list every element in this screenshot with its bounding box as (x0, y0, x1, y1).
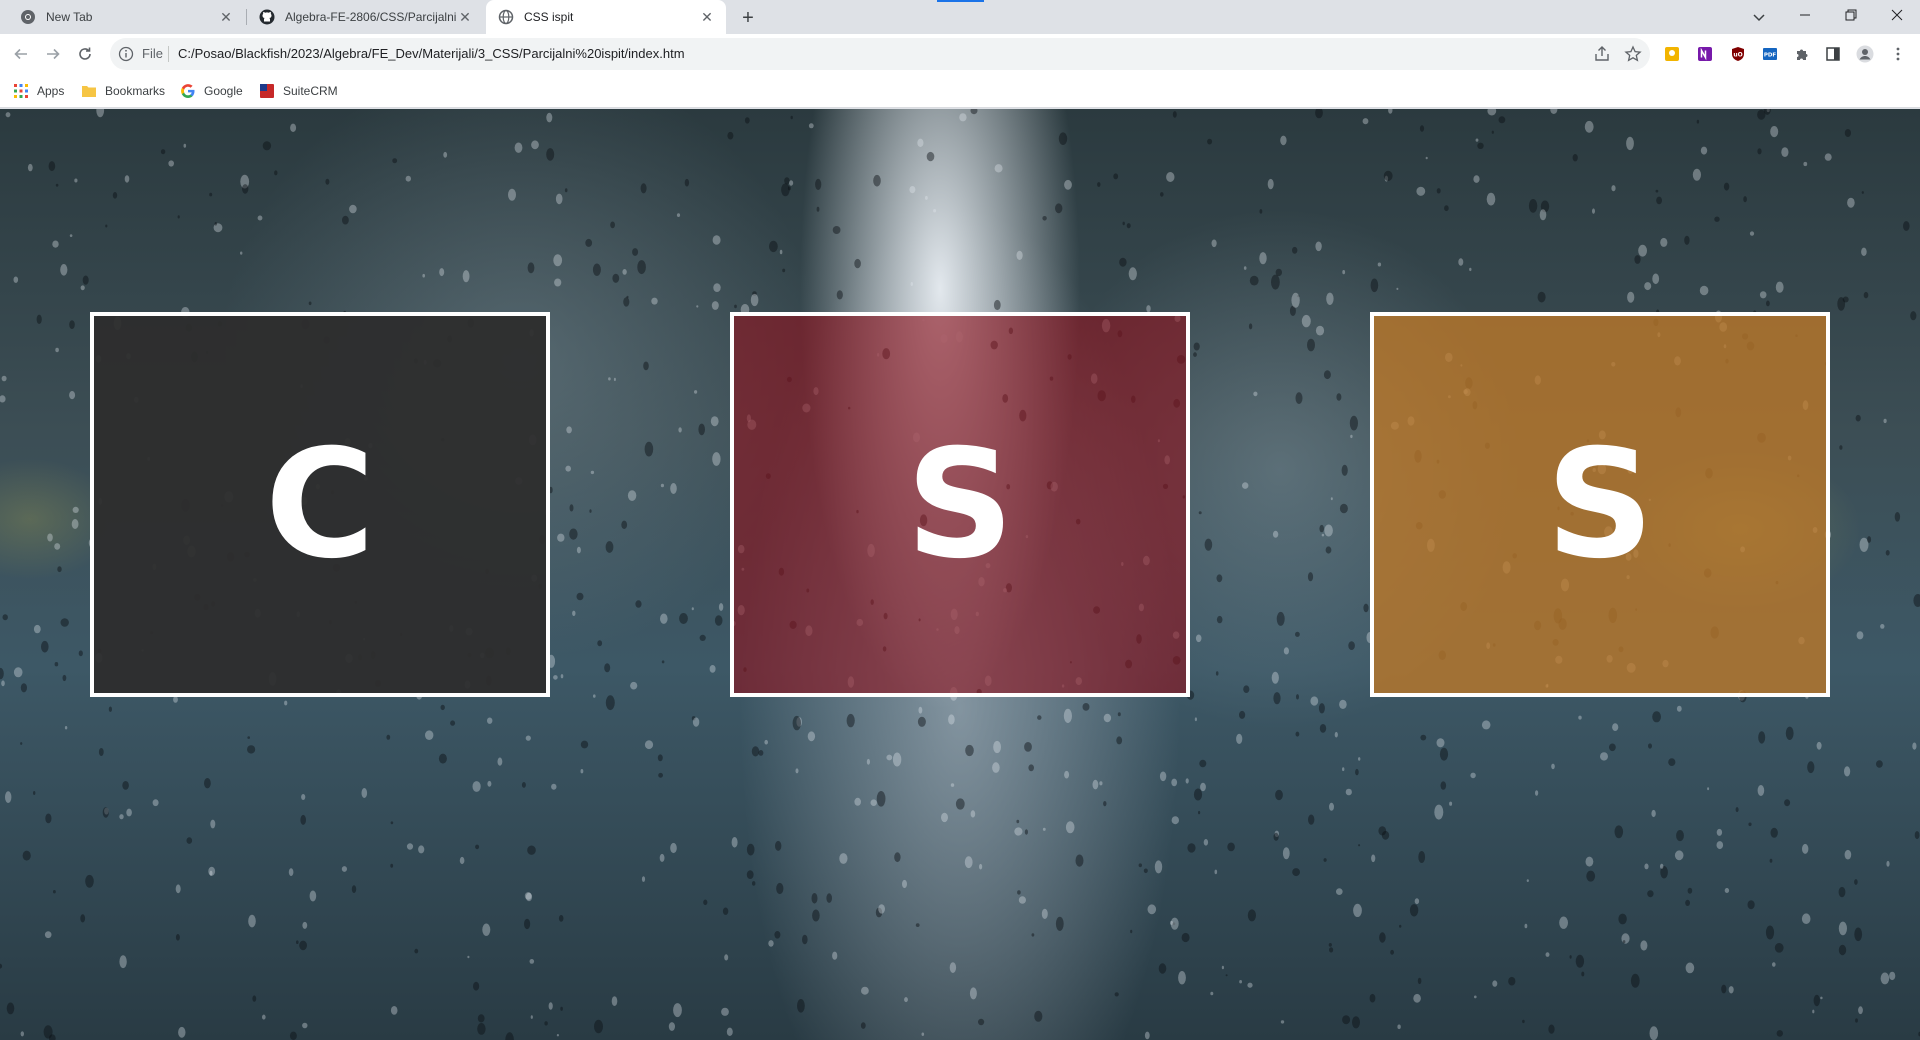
minimize-icon[interactable] (1782, 0, 1828, 30)
close-icon[interactable]: ✕ (456, 8, 474, 26)
side-panel-icon[interactable] (1823, 44, 1843, 64)
tab-github[interactable]: Algebra-FE-2806/CSS/Parcijalni ✕ (247, 0, 484, 34)
page-viewport: C S S (0, 109, 1920, 1040)
tab-title: CSS ispit (524, 10, 574, 24)
divider (168, 46, 169, 62)
folder-icon (81, 83, 97, 99)
onenote-icon[interactable] (1695, 44, 1715, 64)
bookmarks-bar: Apps Bookmarks Google SuiteCRM (0, 74, 1920, 108)
close-icon[interactable]: ✕ (217, 8, 235, 26)
chevron-down-icon[interactable] (1748, 6, 1770, 28)
pdf-icon[interactable]: PDF (1760, 44, 1780, 64)
forward-arrow-icon[interactable] (39, 40, 67, 68)
github-icon (259, 9, 275, 25)
letter-s: S (1545, 417, 1655, 592)
ublock-shield-icon[interactable]: uO (1728, 44, 1748, 64)
bookmark-apps[interactable]: Apps (13, 82, 64, 100)
tab-title: New Tab (46, 10, 93, 24)
url-text[interactable]: C:/Posao/Blackfish/2023/Algebra/FE_Dev/M… (178, 46, 685, 61)
info-icon[interactable] (118, 46, 134, 62)
chrome-icon (20, 9, 36, 25)
google-icon (180, 83, 196, 99)
scheme-label: File (142, 46, 163, 61)
back-arrow-icon[interactable] (7, 40, 35, 68)
bookmark-folder-bookmarks[interactable]: Bookmarks (81, 82, 165, 100)
bookmark-suitecrm[interactable]: SuiteCRM (259, 82, 338, 100)
tab-title: Algebra-FE-2806/CSS/Parcijalni (285, 10, 456, 24)
address-bar[interactable]: File C:/Posao/Blackfish/2023/Algebra/FE_… (110, 38, 1650, 70)
share-icon[interactable] (1593, 45, 1611, 63)
bookmark-label: Apps (37, 84, 65, 98)
letter-box-c: C (90, 312, 550, 697)
puzzle-icon[interactable] (1792, 44, 1812, 64)
letter-box-s-red: S (730, 312, 1190, 697)
tab-css-ispit[interactable]: CSS ispit ✕ (486, 0, 726, 34)
close-icon[interactable]: ✕ (698, 8, 716, 26)
profile-avatar-icon[interactable] (1855, 44, 1875, 64)
tab-strip: New Tab ✕ Algebra-FE-2806/CSS/Parcijalni… (0, 0, 1920, 34)
letter-s: S (905, 417, 1015, 592)
restore-icon[interactable] (1828, 0, 1874, 30)
reload-icon[interactable] (71, 40, 99, 68)
kebab-menu-icon[interactable] (1888, 44, 1908, 64)
bookmark-label: SuiteCRM (283, 84, 338, 98)
bookmark-label: Google (204, 84, 243, 98)
suitecrm-icon (259, 83, 275, 99)
apps-grid-icon (13, 83, 29, 99)
svg-text:PDF: PDF (1764, 53, 1777, 59)
browser-toolbar: File C:/Posao/Blackfish/2023/Algebra/FE_… (0, 34, 1920, 74)
star-icon[interactable] (1624, 45, 1642, 63)
extension-yellow-icon[interactable] (1662, 44, 1682, 64)
drag-indicator (937, 0, 984, 2)
bookmark-google[interactable]: Google (180, 82, 243, 100)
letter-c: C (264, 417, 376, 592)
letter-box-s-orange: S (1370, 312, 1830, 697)
close-window-icon[interactable] (1874, 0, 1920, 30)
bookmark-label: Bookmarks (105, 84, 166, 98)
globe-icon (498, 9, 514, 25)
svg-text:uO: uO (1733, 52, 1742, 59)
new-tab-button[interactable]: + (736, 6, 760, 30)
tab-new-tab[interactable]: New Tab ✕ (8, 0, 245, 34)
